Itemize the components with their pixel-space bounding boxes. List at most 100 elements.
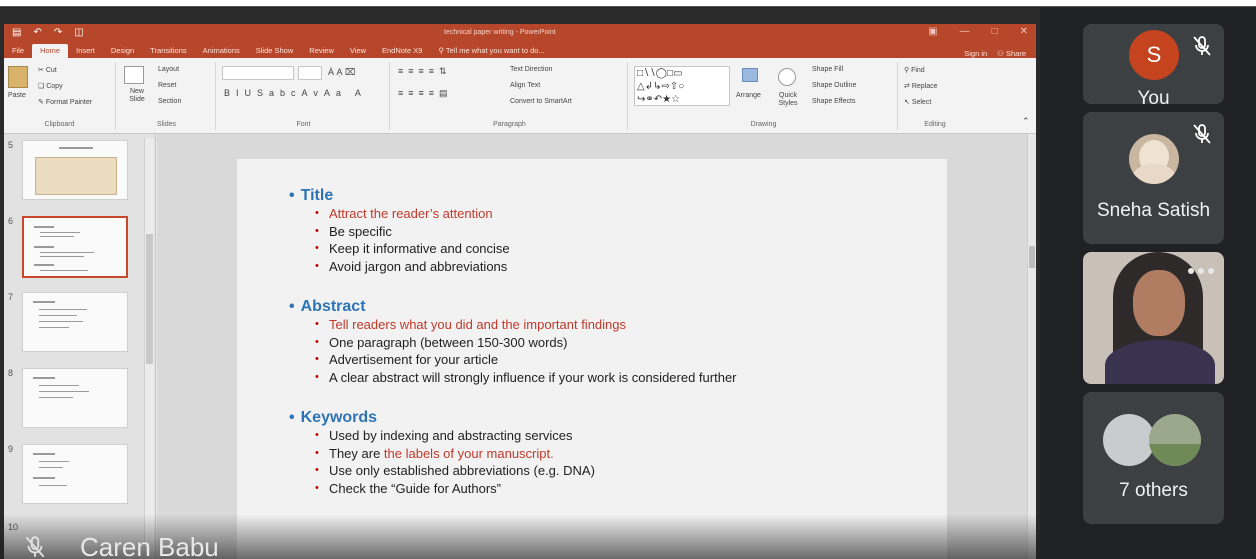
tab-file[interactable]: File	[4, 44, 32, 58]
cut-button[interactable]: ✂ Cut	[38, 66, 57, 74]
ribbon-options-icon[interactable]: ▣	[928, 26, 937, 37]
section-title: Title Attract the reader’s attention Be …	[289, 187, 510, 275]
thumb-line	[33, 477, 55, 479]
section-button[interactable]: Section	[158, 98, 181, 105]
text-direction-button[interactable]: Text Direction	[510, 66, 552, 73]
slide-thumb-7[interactable]	[22, 292, 128, 352]
find-button[interactable]: ⚲ Find	[904, 66, 925, 74]
collapse-ribbon-icon[interactable]: ⌃	[1022, 116, 1030, 127]
section-abstract: Abstract Tell readers what you did and t…	[289, 298, 737, 386]
tab-animations[interactable]: Animations	[195, 44, 248, 58]
list-buttons[interactable]: ≡≡≡≡⇅	[398, 66, 452, 77]
align-buttons[interactable]: ≡≡≡≡▤	[398, 88, 453, 99]
new-slide-button[interactable]: New Slide	[122, 88, 152, 104]
more-options-icon[interactable]	[1188, 268, 1214, 274]
tab-transitions[interactable]: Transitions	[142, 44, 194, 58]
thumb-line	[39, 467, 63, 468]
slide-thumb-9[interactable]	[22, 444, 128, 504]
slide-scrollbar[interactable]	[1027, 134, 1036, 559]
slide-thumb-8[interactable]	[22, 368, 128, 428]
tell-me-box[interactable]: ⚲ Tell me what you want to do...	[430, 44, 552, 58]
convert-smartart-button[interactable]: Convert to SmartArt	[510, 98, 572, 105]
layout-button[interactable]: Layout	[158, 66, 179, 73]
tab-slide-show[interactable]: Slide Show	[248, 44, 302, 58]
thumb-line	[39, 485, 67, 486]
tab-review[interactable]: Review	[301, 44, 342, 58]
bullet: Avoid jargon and abbreviations	[289, 258, 510, 276]
ppt-title-bar: ▤ ↶ ↷ ◫ technical paper writing - PowerP…	[4, 24, 1036, 42]
slide-thumb-5[interactable]	[22, 140, 128, 200]
format-painter-button[interactable]: ✎ Format Painter	[38, 98, 92, 106]
tab-view[interactable]: View	[342, 44, 374, 58]
shape-fill-button[interactable]: Shape Fill	[812, 66, 843, 73]
undo-icon[interactable]: ↶	[33, 27, 41, 38]
thumb-line	[34, 246, 54, 248]
thumb-line	[33, 453, 55, 455]
quick-styles-icon	[778, 68, 796, 86]
share-button[interactable]: ⚇ Share	[997, 49, 1026, 58]
slides-label: Slides	[156, 121, 177, 128]
bullet-text: They are	[329, 445, 384, 461]
paste-button[interactable]: Paste	[8, 92, 26, 99]
font-size-select[interactable]	[298, 66, 322, 80]
quick-styles-button[interactable]: Quick Styles	[772, 92, 804, 108]
thumb-line	[39, 397, 73, 398]
bullet: One paragraph (between 150-300 words)	[289, 334, 737, 352]
participant-tile-self[interactable]: S You	[1083, 24, 1224, 104]
select-button[interactable]: ↖ Select	[904, 98, 931, 106]
find-label: Find	[911, 67, 925, 74]
bullet: Use only established abbreviations (e.g.…	[289, 462, 595, 480]
font-label: Font	[296, 121, 311, 128]
maximize-icon[interactable]: □	[992, 26, 998, 37]
tab-home[interactable]: Home	[32, 44, 69, 58]
replace-button[interactable]: ⇄ Replace	[904, 82, 938, 90]
save-icon[interactable]: ▤	[12, 27, 21, 38]
font-name-select[interactable]	[222, 66, 294, 80]
document-title: technical paper writing - PowerPoint	[444, 29, 556, 36]
redo-icon[interactable]: ↷	[54, 27, 62, 38]
ribbon: Paste ✂ Cut ❏ Copy ✎ Format Painter Clip…	[4, 58, 1036, 134]
section-heading: Keywords	[289, 409, 595, 427]
copy-button[interactable]: ❏ Copy	[38, 82, 63, 90]
thumb-line	[40, 236, 74, 237]
tab-insert[interactable]: Insert	[68, 44, 103, 58]
share-label: Share	[1005, 49, 1026, 58]
arrange-button[interactable]: Arrange	[736, 92, 761, 99]
bullet: Be specific	[289, 223, 510, 241]
shape-outline-button[interactable]: Shape Outline	[812, 82, 856, 89]
participant-tile-video[interactable]	[1083, 252, 1224, 384]
sign-in-link[interactable]: Sign in	[964, 49, 987, 58]
participant-tile-others[interactable]: 7 others	[1083, 392, 1224, 524]
tab-endnote[interactable]: EndNote X9	[374, 44, 430, 58]
scrollbar-thumb[interactable]	[146, 234, 153, 364]
present-icon[interactable]: ◫	[74, 27, 83, 38]
thumbnail-scrollbar[interactable]	[144, 138, 154, 556]
thumb-number: 5	[8, 140, 14, 150]
slide[interactable]: Title Attract the reader’s attention Be …	[237, 159, 947, 559]
tab-design[interactable]: Design	[103, 44, 142, 58]
scrollbar-thumb[interactable]	[1029, 246, 1035, 268]
participant-name: You	[1137, 88, 1170, 104]
brush-icon: ✎	[38, 99, 46, 106]
mic-off-icon	[1193, 124, 1211, 144]
avatar	[1103, 414, 1155, 466]
font-size-buttons[interactable]: Ȧ Ạ ⌧	[328, 67, 355, 78]
minimize-icon[interactable]: —	[960, 26, 970, 37]
top-bar	[0, 0, 1256, 7]
replace-label: Replace	[911, 83, 938, 90]
avatar	[1129, 134, 1179, 184]
thumb-line	[40, 252, 94, 253]
bullet: Check the “Guide for Authors”	[289, 480, 595, 498]
shapes-gallery[interactable]: □∖∖◯□▭ △↲↳⇨⇧○ ↪⚭↶★☆	[634, 66, 730, 106]
participant-tile-sneha[interactable]: Sneha Satish	[1083, 112, 1224, 244]
thumb-line	[33, 301, 55, 303]
reset-button[interactable]: Reset	[158, 82, 176, 89]
slide-canvas: Title Attract the reader’s attention Be …	[157, 134, 1027, 559]
align-text-button[interactable]: Align Text	[510, 82, 540, 89]
shape-effects-button[interactable]: Shape Effects	[812, 98, 855, 105]
close-icon[interactable]: ✕	[1020, 26, 1028, 37]
thumb-image	[35, 157, 117, 195]
bullet: Used by indexing and abstracting service…	[289, 427, 595, 445]
slide-thumb-6[interactable]	[22, 216, 128, 278]
font-format-buttons[interactable]: BIUSabcAvAa A	[224, 88, 367, 98]
